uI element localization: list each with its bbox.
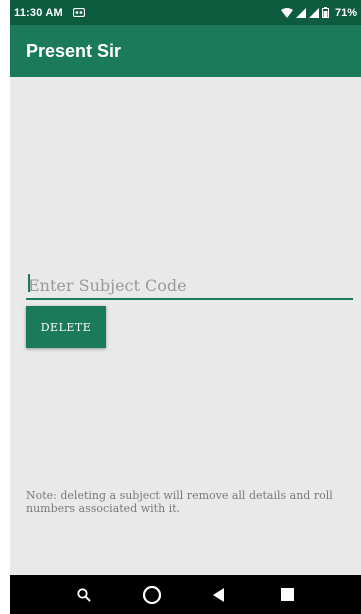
battery-percent: 71% [334, 6, 357, 19]
phone-screen: 11:30 AM 71% Present Sir DELETE Note: [10, 0, 361, 614]
delete-button[interactable]: DELETE [26, 306, 106, 348]
notification-icon [72, 7, 85, 18]
recents-icon[interactable] [272, 580, 302, 610]
wifi-icon [280, 7, 293, 18]
signal-icon [308, 7, 319, 18]
status-bar: 11:30 AM 71% [10, 0, 361, 25]
subject-code-field[interactable] [26, 272, 353, 300]
status-icons: 71% [280, 6, 357, 19]
search-icon[interactable] [69, 580, 99, 610]
home-icon[interactable] [137, 580, 167, 610]
delete-note: Note: deleting a subject will remove all… [26, 489, 333, 515]
app-bar: Present Sir [10, 25, 361, 77]
back-icon[interactable] [204, 580, 234, 610]
subject-code-input[interactable] [26, 276, 353, 298]
app-title: Present Sir [26, 40, 122, 61]
signal-icon [295, 7, 306, 18]
navigation-bar [10, 575, 361, 614]
battery-icon [321, 7, 329, 18]
text-cursor [28, 274, 30, 292]
status-time: 11:30 AM [14, 6, 63, 19]
